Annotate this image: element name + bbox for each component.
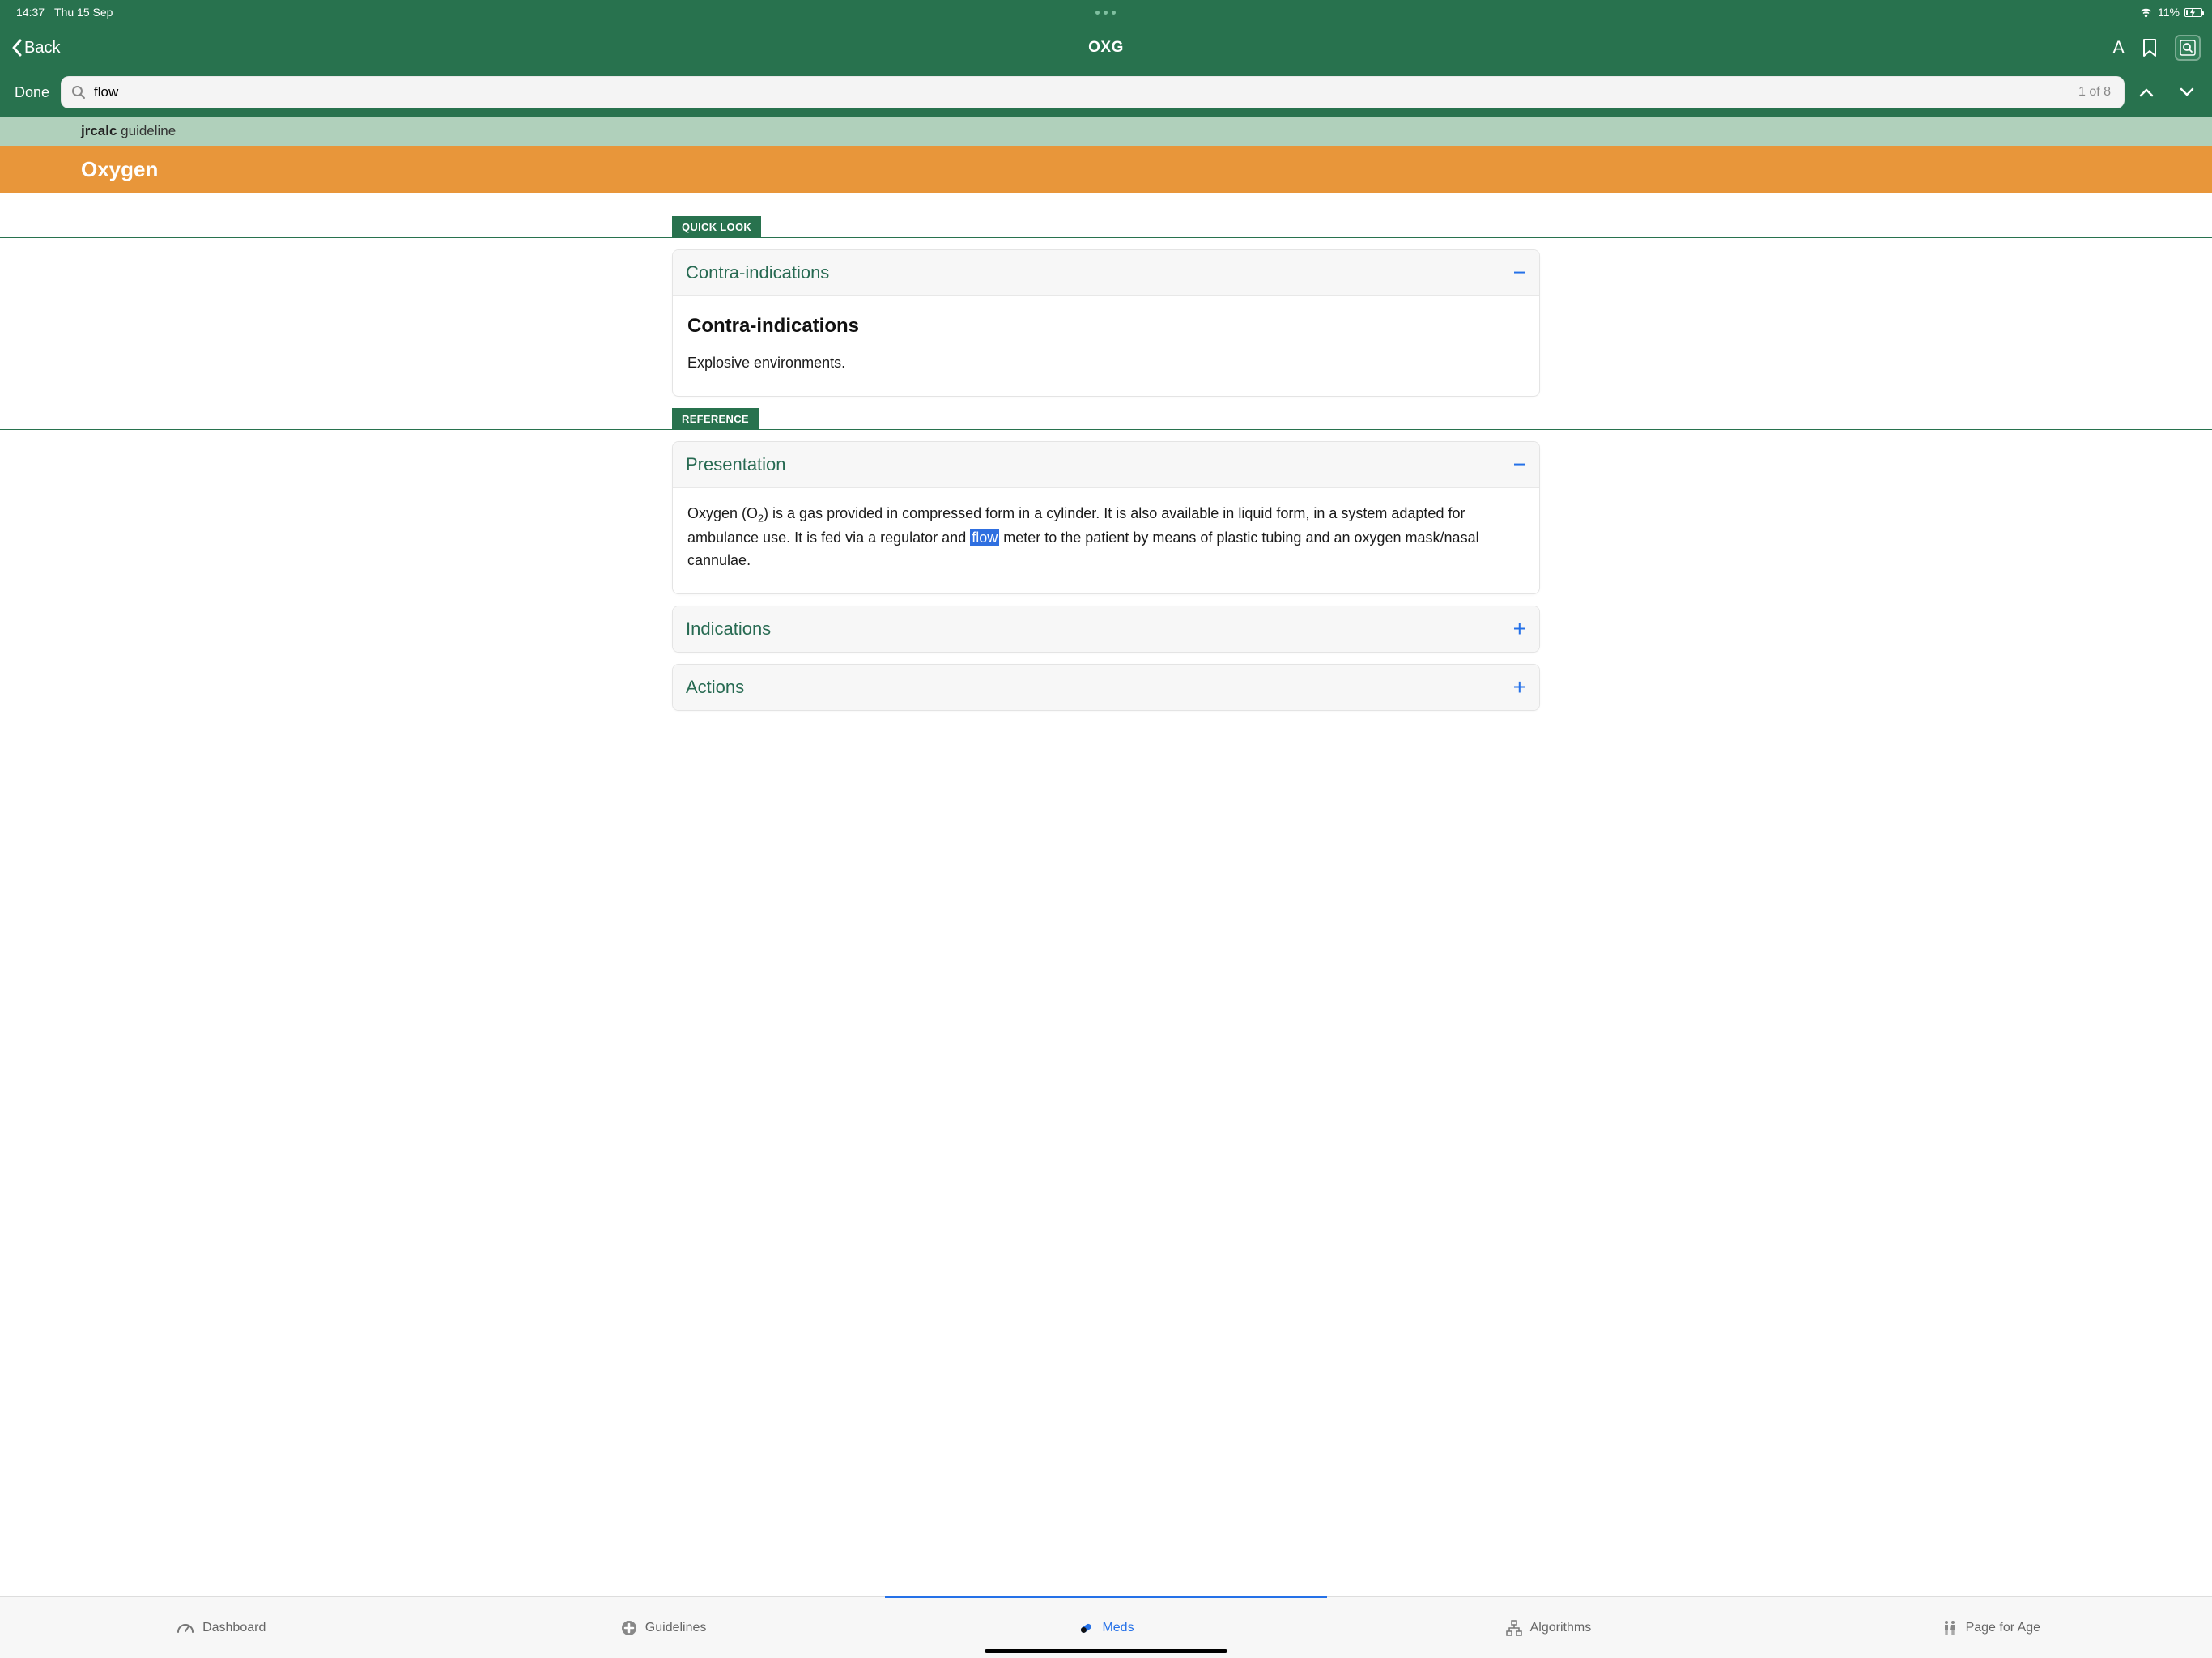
back-button[interactable]: Back [11, 39, 60, 57]
chevron-left-icon [11, 39, 23, 57]
collapse-icon: − [1513, 453, 1526, 476]
card-presentation: Presentation − Oxygen (O2) is a gas prov… [672, 441, 1540, 594]
content-scroll[interactable]: QUICK LOOK Contra-indications − Contra-i… [0, 193, 2212, 1596]
breadcrumb-source: jrcalc [81, 123, 117, 138]
card-header-contra[interactable]: Contra-indications − [673, 250, 1539, 296]
card-title: Indications [686, 619, 771, 640]
section-tag-quicklook: QUICK LOOK [672, 216, 761, 238]
contra-text: Explosive environments. [687, 352, 1525, 375]
status-date: Thu 15 Sep [54, 6, 113, 19]
breadcrumb-rest: guideline [117, 123, 176, 138]
chevron-down-icon [2180, 87, 2194, 97]
card-actions: Actions + [672, 664, 1540, 711]
tab-label: Page for Age [1966, 1621, 2041, 1635]
card-indications: Indications + [672, 606, 1540, 653]
tab-dashboard[interactable]: Dashboard [0, 1597, 442, 1658]
status-time: 14:37 [16, 6, 45, 19]
bookmark-button[interactable] [2142, 38, 2157, 57]
gauge-icon [177, 1621, 194, 1635]
tab-pageforage[interactable]: Page for Age [1770, 1597, 2212, 1658]
back-label: Back [24, 39, 60, 57]
contra-heading: Contra-indications [687, 311, 1525, 341]
battery-icon [2184, 8, 2196, 17]
page-search-icon [2180, 40, 2196, 56]
collapse-icon: − [1513, 261, 1526, 284]
search-field[interactable]: 1 of 8 [61, 76, 2125, 108]
search-icon [71, 85, 86, 100]
card-header-actions[interactable]: Actions + [673, 665, 1539, 710]
tab-label: Dashboard [202, 1621, 266, 1635]
plus-circle-icon [621, 1620, 637, 1636]
home-indicator[interactable] [985, 1649, 1227, 1653]
nav-bar: Back OXG A [0, 24, 2212, 71]
find-in-page-bar: Done 1 of 8 [0, 71, 2212, 117]
tab-label: Guidelines [645, 1621, 707, 1635]
card-contra-indications: Contra-indications − Contra-indications … [672, 249, 1540, 397]
status-dots [742, 11, 1469, 15]
expand-icon: + [1513, 618, 1526, 640]
chevron-up-icon [2139, 87, 2154, 97]
people-icon [1942, 1620, 1958, 1636]
section-divider [0, 237, 2212, 238]
tab-guidelines[interactable]: Guidelines [442, 1597, 884, 1658]
tab-label: Algorithms [1530, 1621, 1592, 1635]
search-next-button[interactable] [2180, 87, 2194, 97]
tab-algorithms[interactable]: Algorithms [1327, 1597, 1769, 1658]
drug-title: Oxygen [0, 146, 2212, 193]
wifi-icon [2139, 7, 2153, 18]
section-tag-reference: REFERENCE [672, 408, 759, 430]
section-divider [0, 429, 2212, 430]
expand-icon: + [1513, 676, 1526, 699]
card-body-contra: Contra-indications Explosive environment… [673, 296, 1539, 396]
hierarchy-icon [1506, 1620, 1522, 1636]
search-prev-button[interactable] [2139, 87, 2154, 97]
search-highlight: flow [970, 529, 999, 546]
card-title: Presentation [686, 454, 786, 475]
page-title-nav: OXG [741, 39, 1470, 57]
done-button[interactable]: Done [15, 84, 49, 101]
tab-label: Meds [1102, 1621, 1134, 1635]
search-input[interactable] [94, 84, 2070, 100]
card-body-presentation: Oxygen (O2) is a gas provided in compres… [673, 488, 1539, 593]
search-result-count: 1 of 8 [2078, 85, 2114, 100]
bookmark-icon [2142, 38, 2157, 57]
presentation-text: Oxygen (O2) is a gas provided in compres… [687, 503, 1525, 572]
pill-icon [1078, 1620, 1094, 1636]
page-search-button[interactable] [2175, 35, 2201, 61]
card-header-presentation[interactable]: Presentation − [673, 442, 1539, 488]
breadcrumb: jrcalc guideline [0, 117, 2212, 146]
status-bar: 14:37 Thu 15 Sep 11% [0, 0, 2212, 24]
battery-percent: 11% [2158, 6, 2180, 19]
card-title: Actions [686, 677, 744, 698]
text-size-button[interactable]: A [2112, 37, 2125, 58]
card-title: Contra-indications [686, 262, 829, 283]
card-header-indications[interactable]: Indications + [673, 606, 1539, 652]
tab-bar: Dashboard Guidelines Meds Algorithms Pag… [0, 1596, 2212, 1658]
